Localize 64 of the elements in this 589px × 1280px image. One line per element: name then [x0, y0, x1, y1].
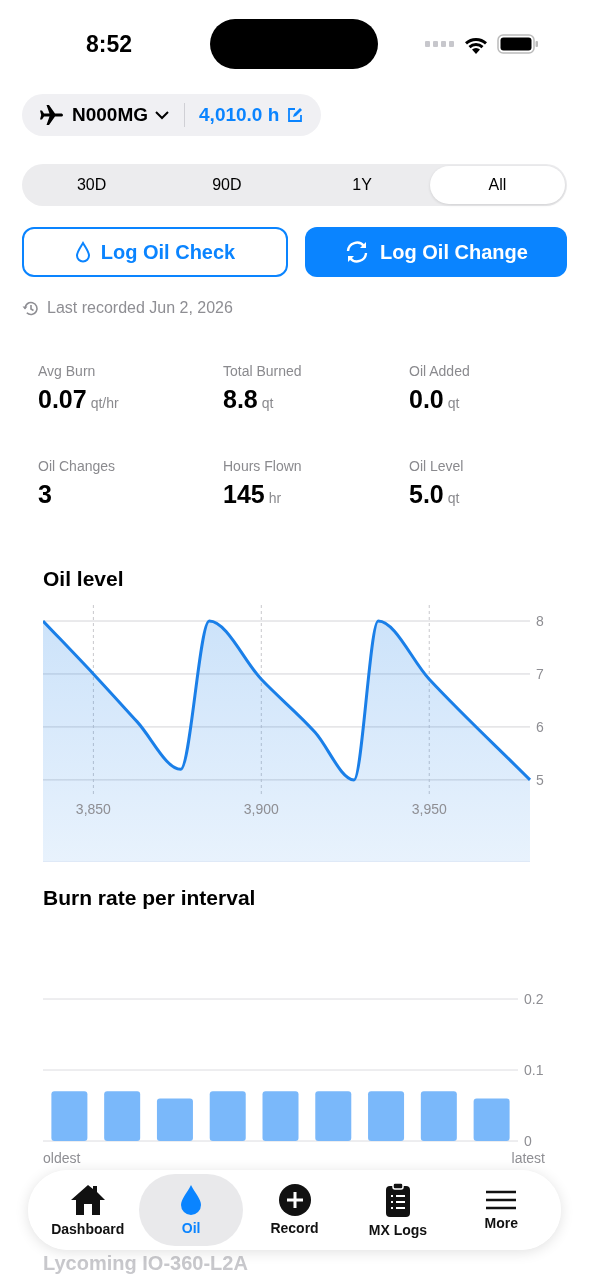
last-recorded-text: Last recorded Jun 2, 2026 — [47, 299, 233, 317]
axis-label: 8 — [536, 613, 544, 629]
axis-label: latest — [511, 1150, 545, 1166]
tab-bar-item[interactable]: More — [449, 1174, 554, 1246]
stat-value: 145 — [223, 480, 265, 509]
drop-icon — [180, 1184, 203, 1216]
chart-title: Oil level — [43, 567, 125, 591]
stat-value: 0.07 — [38, 385, 87, 414]
stat-label: Oil Level — [409, 458, 465, 474]
range-tab[interactable]: All — [429, 166, 565, 204]
bar — [209, 1091, 246, 1141]
axis-label: 3,950 — [411, 801, 447, 817]
stat-label: Oil Added — [409, 363, 471, 379]
add-icon — [278, 1184, 311, 1216]
airplane-icon — [40, 104, 64, 126]
stat-unit: qt/hr — [90, 395, 119, 411]
tab-bar-item[interactable]: MX Logs — [346, 1174, 450, 1246]
stat-value: 0.0 — [409, 385, 444, 414]
axis-label: 3,850 — [75, 801, 111, 817]
drop-icon — [74, 241, 91, 263]
axis-label: 0 — [524, 1133, 532, 1149]
chart-title: Burn rate per interval — [43, 886, 257, 910]
axis-label: 3,900 — [243, 801, 279, 817]
range-tab[interactable]: 90D — [159, 166, 295, 204]
axis-label: 0.1 — [524, 1062, 544, 1078]
axis-label: 5 — [536, 771, 544, 788]
stat-label: Avg Burn — [38, 363, 97, 379]
battery-icon — [497, 34, 539, 54]
range-tab[interactable]: 30D — [24, 166, 160, 204]
axis-label: 0.2 — [524, 991, 544, 1007]
bar — [315, 1091, 352, 1141]
menu-icon — [485, 1189, 518, 1211]
bar — [156, 1098, 193, 1141]
stat-value: 5.0 — [409, 480, 444, 509]
edit-icon — [287, 107, 304, 123]
axis-label: 6 — [536, 718, 544, 735]
aircraft-dropdown[interactable]: N000MG — [72, 104, 171, 126]
range-tab[interactable]: 1Y — [294, 166, 430, 204]
axis-label: oldest — [43, 1150, 81, 1166]
bar — [104, 1091, 141, 1141]
stat-unit: hr — [268, 490, 282, 506]
bar — [420, 1091, 457, 1141]
history-icon — [22, 299, 39, 317]
clipboard-icon — [384, 1182, 411, 1218]
stat-label: Total Burned — [223, 363, 303, 379]
stat-label: Oil Changes — [38, 458, 117, 474]
tab-bar-item[interactable]: Dashboard — [36, 1174, 140, 1246]
stat-unit: qt — [261, 395, 274, 411]
chevron-down-icon — [154, 110, 171, 120]
bar — [262, 1091, 299, 1141]
stat-value: 3 — [38, 480, 52, 509]
stat-unit: qt — [447, 395, 460, 411]
tab-bar-item[interactable]: Record — [242, 1174, 347, 1246]
log-change-button[interactable]: Log Oil Change — [305, 227, 567, 277]
status-time: 8:52 — [86, 30, 133, 58]
stat-unit: qt — [447, 490, 460, 506]
stat-value: 8.8 — [223, 385, 258, 414]
axis-label: 7 — [536, 665, 544, 682]
stat-label: Hours Flown — [223, 458, 303, 474]
bar — [473, 1098, 510, 1141]
bar — [51, 1091, 88, 1141]
signal-icon — [425, 41, 455, 47]
bar — [368, 1091, 405, 1141]
log-check-button[interactable]: Log Oil Check — [22, 227, 288, 277]
